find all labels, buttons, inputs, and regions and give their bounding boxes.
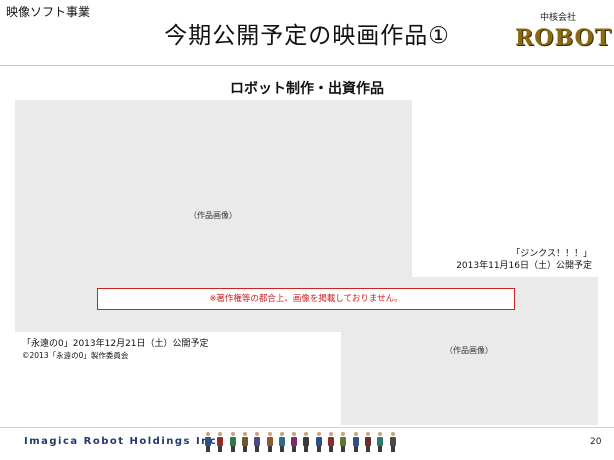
footer-divider: [0, 427, 614, 428]
title-divider: [0, 65, 614, 66]
caption-copyright: ©2013「永遠の0」製作委員会: [22, 351, 129, 360]
person-icon: [278, 432, 286, 452]
slide-subtitle: ロボット制作・出資作品: [230, 81, 384, 97]
caption-release-date: 2013年11月16日（土）公開予定: [456, 261, 592, 271]
person-icon: [376, 432, 384, 452]
person-icon: [327, 432, 335, 452]
page-number: 20: [590, 437, 602, 447]
caption-title: 「ジンクス！！！」: [511, 249, 592, 259]
poster-placeholder-label: （作品画像）: [445, 346, 493, 355]
caption-title-release: 「永遠の0」2013年12月21日（土）公開予定: [22, 339, 209, 349]
person-icon: [266, 432, 274, 452]
person-icon: [253, 432, 261, 452]
person-icon: [229, 432, 237, 452]
poster-caption-2: 「ジンクス！！！」 2013年11月16日（土）公開予定: [412, 248, 592, 272]
person-icon: [352, 432, 360, 452]
poster-placeholder-label: （作品画像）: [189, 211, 237, 220]
person-icon: [364, 432, 372, 452]
person-icon: [290, 432, 298, 452]
logo-wordmark: ROBOT: [515, 25, 612, 51]
person-icon: [339, 432, 347, 452]
person-icon: [315, 432, 323, 452]
copyright-notice: ※著作権等の都合上、画像を掲載しておりません。: [97, 288, 515, 310]
poster-caption-1: 「永遠の0」2013年12月21日（土）公開予定 ©2013「永遠の0」製作委員…: [22, 339, 209, 361]
person-icon: [302, 432, 310, 452]
person-icon: [241, 432, 249, 452]
person-icon: [216, 432, 224, 452]
footer-company-name: Imagica Robot Holdings Inc.: [24, 436, 223, 447]
person-icon: [204, 432, 212, 452]
company-logo: 中核会社 ROBOT: [515, 10, 612, 51]
person-icon: [389, 432, 397, 452]
people-icons-row: [204, 432, 404, 452]
logo-subtext: 中核会社: [539, 13, 576, 23]
